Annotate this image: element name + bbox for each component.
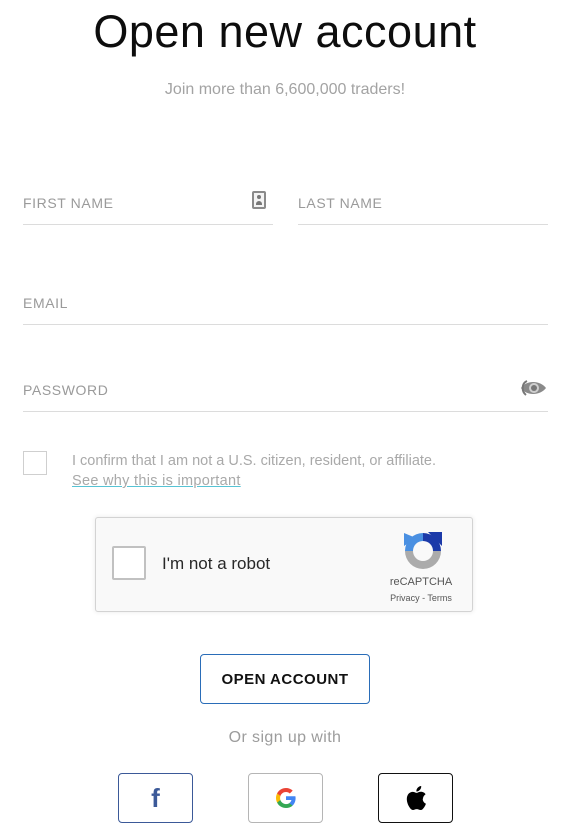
recaptcha-links: Privacy - Terms bbox=[366, 593, 476, 603]
open-account-button[interactable]: OPEN ACCOUNT bbox=[200, 654, 370, 704]
last-name-input[interactable] bbox=[298, 181, 548, 224]
us-citizen-confirm-text: I confirm that I am not a U.S. citizen, … bbox=[72, 453, 437, 469]
page-subtitle: Join more than 6,600,000 traders! bbox=[164, 81, 406, 98]
google-icon bbox=[275, 788, 296, 808]
first-name-input[interactable] bbox=[23, 181, 273, 224]
recaptcha-widget: I'm not a robot reCAPTCHA Privacy - Term… bbox=[95, 517, 473, 612]
email-input[interactable] bbox=[23, 281, 548, 324]
apple-icon bbox=[406, 786, 426, 811]
page-title: Open new account bbox=[93, 6, 477, 57]
us-citizen-confirm-checkbox[interactable] bbox=[23, 451, 47, 475]
eye-icon[interactable] bbox=[518, 377, 548, 399]
first-name-field bbox=[23, 181, 273, 225]
email-field bbox=[23, 281, 548, 325]
recaptcha-brand: reCAPTCHA bbox=[389, 576, 453, 588]
apple-signup-button[interactable] bbox=[378, 773, 453, 823]
see-why-important-link[interactable]: See why this is important bbox=[72, 471, 241, 491]
recaptcha-label: I'm not a robot bbox=[162, 554, 271, 573]
google-signup-button[interactable] bbox=[248, 773, 323, 823]
facebook-icon: f bbox=[151, 783, 160, 813]
password-field bbox=[23, 368, 548, 412]
last-name-field bbox=[298, 181, 548, 225]
password-input[interactable] bbox=[23, 368, 548, 411]
recaptcha-terms-link[interactable]: Terms bbox=[427, 593, 452, 603]
contact-card-icon[interactable] bbox=[252, 191, 266, 209]
facebook-signup-button[interactable]: f bbox=[118, 773, 193, 823]
recaptcha-logo-icon bbox=[404, 532, 442, 569]
or-sign-up-with-label: Or sign up with bbox=[228, 729, 342, 746]
recaptcha-checkbox[interactable] bbox=[112, 546, 146, 580]
recaptcha-privacy-link[interactable]: Privacy bbox=[390, 593, 420, 603]
